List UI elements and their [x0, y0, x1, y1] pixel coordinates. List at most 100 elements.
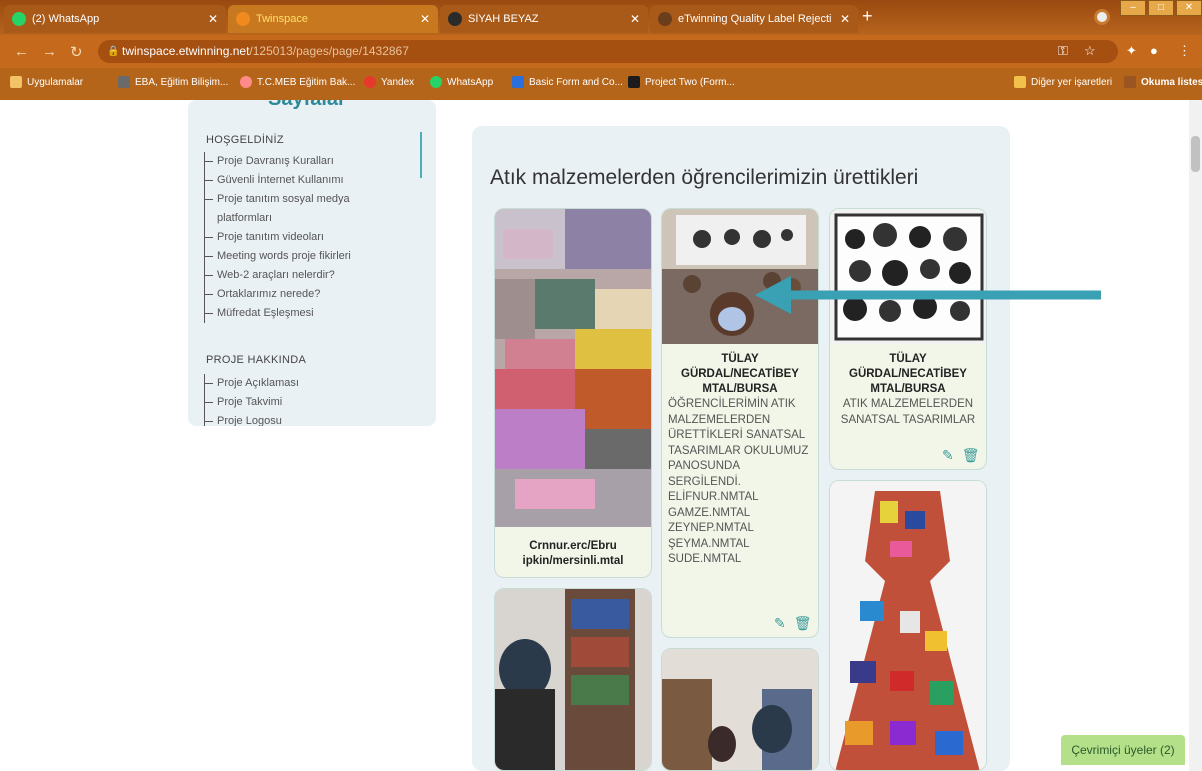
tab-siyah-beyaz[interactable]: SİYAH BEYAZ ✕ — [440, 5, 648, 33]
sidebar-list: Proje Açıklaması Proje Takvimi Proje Log… — [204, 374, 405, 426]
card-actions: ✎ 🗑 — [942, 447, 980, 464]
sidebar-list: Proje Davranış Kuralları Güvenli İnterne… — [204, 152, 405, 323]
scrollbar-thumb[interactable] — [1191, 136, 1200, 172]
maximize-button[interactable]: □ — [1148, 0, 1174, 16]
gallery-card[interactable]: Crnnur.erc/Ebru ipkin/mersinli.mtal — [494, 208, 652, 578]
online-users-button[interactable]: Çevrimiçi üyeler (2) — [1061, 735, 1185, 765]
crafted-blankets-photo — [495, 209, 651, 527]
bookmark-icon — [628, 76, 640, 88]
star-icon[interactable]: ☆ — [1084, 43, 1096, 59]
bookmark-basic-form[interactable]: Basic Form and Co... — [512, 76, 623, 88]
bookmark-whatsapp[interactable]: WhatsApp — [430, 76, 493, 88]
new-tab-button[interactable]: + — [862, 6, 873, 27]
gallery-card[interactable] — [661, 648, 819, 771]
sidebar-item[interactable]: Proje tanıtım sosyal medya platformları — [205, 190, 385, 228]
sidebar-heading: Sayfalar — [268, 100, 346, 111]
menu-icon[interactable]: ⋮ — [1178, 43, 1191, 59]
bookmark-icon — [118, 76, 130, 88]
bookmark-label: WhatsApp — [447, 76, 494, 88]
bookmark-meb[interactable]: T.C.MEB Eğitim Bak... — [240, 76, 355, 88]
bookmark-other[interactable]: Diğer yer işaretleri — [1014, 76, 1112, 88]
key-icon[interactable]: ⚿ — [1058, 43, 1068, 59]
bookmark-reading-list[interactable]: Okuma listesi — [1124, 76, 1202, 88]
page-icon — [658, 12, 672, 26]
minimize-button[interactable]: – — [1120, 0, 1146, 16]
bookmark-label: Yandex — [381, 76, 415, 88]
bookmark-icon — [240, 76, 252, 88]
card-description: ÖĞRENCİLERİMİN ATIK MALZEMELERDEN ÜRETTİ… — [668, 398, 809, 565]
sidebar-item[interactable]: Güvenli İnternet Kullanımı — [205, 171, 405, 190]
annotation-arrow — [755, 276, 1101, 314]
sidebar-section-title[interactable]: HOŞGELDİNİZ — [206, 134, 284, 146]
edit-icon[interactable]: ✎ — [942, 447, 954, 464]
close-icon[interactable]: ✕ — [630, 12, 640, 26]
tab-twinspace[interactable]: Twinspace ✕ — [228, 5, 438, 33]
browser-tab-bar: (2) WhatsApp ✕ Twinspace ✕ SİYAH BEYAZ ✕… — [0, 0, 1202, 35]
bookmark-label: Uygulamalar — [27, 76, 84, 88]
bookmark-icon — [512, 76, 524, 88]
classroom-photo — [495, 589, 651, 770]
sidebar-item[interactable]: Web-2 araçları nelerdir? — [205, 266, 405, 285]
reading-list-icon — [1124, 76, 1136, 88]
card-caption: Crnnur.erc/Ebru ipkin/mersinli.mtal — [501, 539, 645, 569]
sidebar-section-title[interactable]: PROJE HAKKINDA — [206, 354, 306, 366]
url-path: /125013/pages/page/1432867 — [249, 44, 409, 58]
sidebar-item[interactable]: Meeting words proje fikirleri — [205, 247, 405, 266]
bookmark-label: Diğer yer işaretleri — [1031, 76, 1113, 88]
profile-icon[interactable] — [1094, 9, 1110, 25]
sidebar-item[interactable]: Proje Logosu — [205, 412, 405, 426]
whatsapp-icon — [430, 76, 442, 88]
edit-icon[interactable]: ✎ — [774, 615, 786, 632]
sidebar-item[interactable]: Müfredat Eşleşmesi — [205, 304, 405, 323]
classroom-photo — [662, 649, 818, 770]
sidebar-item[interactable]: Proje tanıtım videoları — [205, 228, 405, 247]
delete-icon[interactable]: 🗑 — [962, 447, 980, 464]
gallery-card[interactable] — [494, 588, 652, 771]
close-icon[interactable]: ✕ — [420, 12, 430, 26]
close-window-button[interactable]: ✕ — [1176, 0, 1202, 16]
bookmark-label: EBA, Eğitim Bilişim... — [135, 76, 229, 88]
pages-sidebar: Sayfalar HOŞGELDİNİZ Proje Davranış Kura… — [188, 100, 436, 426]
tab-title: (2) WhatsApp — [32, 13, 100, 25]
delete-icon[interactable]: 🗑 — [794, 615, 812, 632]
tab-etwinning[interactable]: eTwinning Quality Label Rejecti ✕ — [650, 5, 858, 33]
tab-whatsapp[interactable]: (2) WhatsApp ✕ — [4, 5, 226, 33]
recycled-dress-photo — [830, 481, 986, 770]
sidebar-item[interactable]: Proje Davranış Kuralları — [205, 152, 405, 171]
tab-title: SİYAH BEYAZ — [468, 13, 539, 25]
close-icon[interactable]: ✕ — [840, 12, 850, 26]
page-scrollbar[interactable] — [1189, 100, 1202, 771]
sidebar-item[interactable]: Proje Açıklaması — [205, 374, 405, 393]
page-title: Atık malzemelerden öğrencilerimizin üret… — [490, 166, 919, 189]
back-icon[interactable]: ← — [14, 43, 29, 60]
extensions-icon[interactable]: ✦ — [1126, 43, 1137, 59]
card-caption: TÜLAY GÜRDAL/NECATİBEY MTAL/BURSA ATIK M… — [836, 352, 980, 428]
gallery-card[interactable] — [829, 480, 987, 771]
url-field[interactable]: 🔒 twinspace.etwinning.net/125013/pages/p… — [98, 40, 1118, 63]
close-icon[interactable]: ✕ — [208, 12, 218, 26]
sidebar-item[interactable]: Proje Takvimi — [205, 393, 405, 412]
apps-icon — [10, 76, 22, 88]
card-author: TÜLAY GÜRDAL/NECATİBEY MTAL/BURSA — [849, 353, 967, 395]
forward-icon[interactable]: → — [42, 43, 57, 60]
account-icon[interactable]: ● — [1150, 43, 1158, 58]
bookmark-project-two[interactable]: Project Two (Form... — [628, 76, 735, 88]
reload-icon[interactable]: ↻ — [70, 43, 83, 61]
bookmark-label: Project Two (Form... — [645, 76, 735, 88]
card-actions: ✎ 🗑 — [774, 615, 812, 632]
lock-icon: 🔒 — [107, 46, 120, 57]
whatsapp-icon — [12, 12, 26, 26]
page-icon — [448, 12, 462, 26]
window-controls: – □ ✕ — [1120, 0, 1202, 16]
bookmark-label: Okuma listesi — [1141, 76, 1202, 88]
sidebar-item[interactable]: Ortaklarımız nerede? — [205, 285, 405, 304]
bookmark-eba[interactable]: EBA, Eğitim Bilişim... — [118, 76, 228, 88]
twinspace-icon — [236, 12, 250, 26]
tab-title: eTwinning Quality Label Rejecti — [678, 13, 832, 25]
gallery-card[interactable]: TÜLAY GÜRDAL/NECATİBEY MTAL/BURSA ATIK M… — [829, 208, 987, 470]
gallery-card[interactable]: TÜLAY GÜRDAL/NECATİBEY MTAL/BURSA ÖĞRENC… — [661, 208, 819, 638]
bookmark-apps[interactable]: Uygulamalar — [10, 76, 83, 88]
card-author: TÜLAY GÜRDAL/NECATİBEY MTAL/BURSA — [681, 353, 799, 395]
bookmark-yandex[interactable]: Yandex — [364, 76, 414, 88]
card-description: ATIK MALZEMELERDEN SANATSAL TASARIMLAR — [840, 398, 976, 426]
